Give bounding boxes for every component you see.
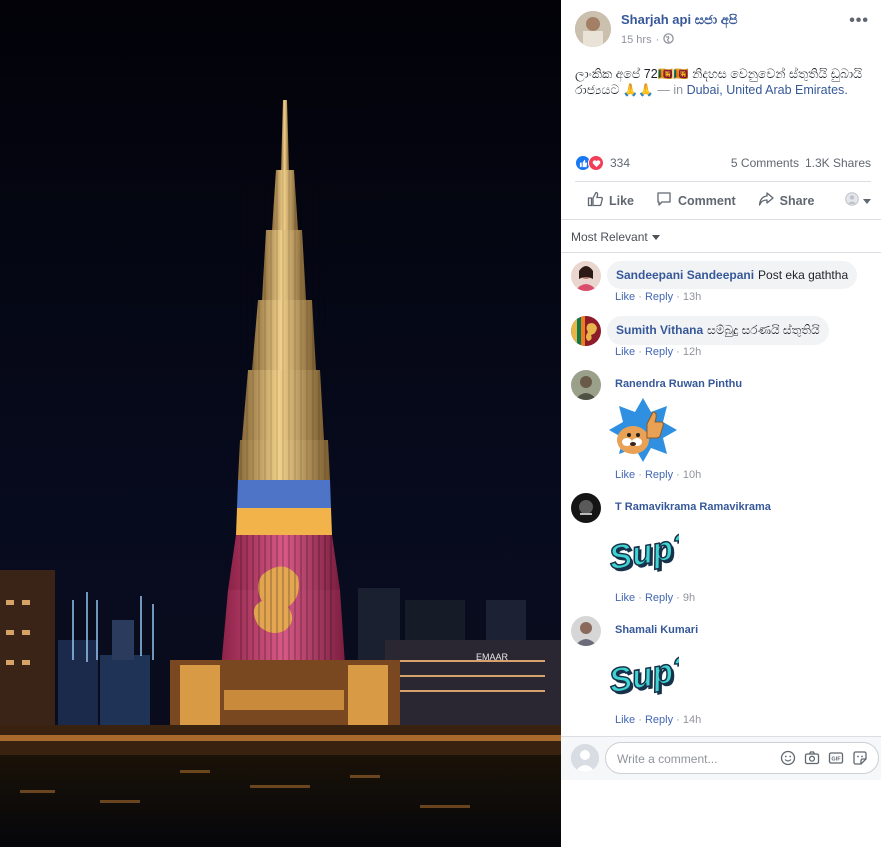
comments-count-link[interactable]: 5 Comments	[731, 156, 799, 170]
comment-time[interactable]: 12h	[683, 346, 701, 358]
commenter-avatar[interactable]	[571, 370, 601, 400]
location-end: .	[844, 83, 848, 97]
post-time[interactable]: 15 hrs	[621, 34, 652, 46]
burj-khalifa-night-photo: EMAAR	[0, 0, 561, 847]
commenter-avatar[interactable]	[571, 261, 601, 291]
page-name[interactable]: Sharjah api සජා අපි	[621, 12, 738, 28]
comment-like-link[interactable]: Like	[615, 469, 635, 481]
comment-author[interactable]: Sandeepani Sandeepani	[616, 268, 754, 282]
comment-reply-link[interactable]: Reply	[645, 469, 673, 481]
globe-icon[interactable]	[663, 33, 674, 47]
thumbs-up-icon	[587, 191, 603, 210]
comment-author[interactable]: Ranendra Ruwan Pinthu	[615, 378, 742, 390]
location-country-link[interactable]: United Arab Emirates	[726, 83, 844, 97]
comment-actions: Like · Reply · 9h	[615, 592, 696, 604]
share-button[interactable]: Share	[758, 191, 815, 210]
comment-text: Post eka gaththa	[758, 268, 849, 282]
comment-icon	[656, 191, 672, 210]
sup-sticker: Sup? Sup?	[605, 517, 699, 589]
svg-text:GIF: GIF	[831, 757, 841, 763]
comment-author[interactable]: T Ramavikrama Ramavikrama	[615, 501, 771, 513]
chevron-down-icon	[863, 194, 871, 208]
sort-label: Most Relevant	[571, 230, 648, 244]
post-meta: 15 hrs ·	[621, 33, 674, 47]
comment-time[interactable]: 9h	[683, 592, 695, 604]
comment-bubble: Sandeepani Sandeepani Post eka gaththa	[607, 261, 858, 289]
post-caption: ලාංකික අපේ 72🇱🇰🇱🇰 නිදහස වෙනුවෙන් ස්තුතිය…	[575, 66, 871, 98]
post-panel: Sharjah api සජා අපි 15 hrs · ••• ලාංකික …	[561, 0, 881, 847]
comment-author[interactable]: Sumith Vithana	[616, 323, 703, 337]
comment-bubble: Sumith Vithana සම්බුදු සරණයි ස්තුතියි	[607, 316, 829, 345]
comment-actions: Like · Reply · 13h	[615, 291, 702, 303]
post-actions: Like Comment Share	[575, 181, 871, 219]
sticker-icon[interactable]	[852, 750, 868, 766]
comment-like-link[interactable]: Like	[615, 592, 635, 604]
commenter-avatar[interactable]	[571, 493, 601, 523]
comment-button[interactable]: Comment	[656, 191, 736, 210]
comment-reply-link[interactable]: Reply	[645, 714, 673, 726]
post-header: Sharjah api සජා අපි 15 hrs · •••	[561, 0, 881, 60]
comment-placeholder: Write a comment...	[617, 752, 718, 766]
caption-dash: — in	[653, 83, 687, 97]
profile-silhouette-icon	[845, 192, 859, 209]
comment-sort-dropdown[interactable]: Most Relevant	[571, 230, 660, 244]
comment-reply-link[interactable]: Reply	[645, 346, 673, 358]
comment-actions: Like · Reply · 14h	[615, 714, 702, 726]
like-button[interactable]: Like	[587, 191, 634, 210]
share-arrow-icon	[758, 191, 774, 210]
comment-input[interactable]: Write a comment... GIF	[605, 742, 879, 774]
comment-author[interactable]: Shamali Kumari	[615, 624, 698, 636]
comment-text: සම්බුදු සරණයි ස්තුතියි	[707, 323, 820, 337]
comment-composer: Write a comment... GIF	[561, 736, 881, 780]
location-city-link[interactable]: Dubai	[687, 83, 720, 97]
composer-icons: GIF	[780, 750, 868, 766]
reactions[interactable]: 334	[575, 155, 630, 171]
emoji-icon[interactable]	[780, 750, 796, 766]
comment-like-link[interactable]: Like	[615, 346, 635, 358]
comment-time[interactable]: 10h	[683, 469, 701, 481]
separator-dot: ·	[655, 34, 660, 46]
comment-label: Comment	[678, 193, 736, 208]
svg-text:EMAAR: EMAAR	[476, 652, 509, 662]
comment-actions: Like · Reply · 12h	[615, 346, 702, 358]
current-user-avatar[interactable]	[571, 744, 599, 772]
post-photo[interactable]: EMAAR	[0, 0, 561, 847]
reaction-as-selector[interactable]	[845, 192, 871, 209]
comment-actions: Like · Reply · 10h	[615, 469, 702, 481]
post-stats: 334 5 Comments 1.3K Shares	[575, 153, 871, 173]
divider	[561, 219, 881, 220]
like-label: Like	[609, 193, 635, 208]
comment-reply-link[interactable]: Reply	[645, 592, 673, 604]
comment-time[interactable]: 13h	[683, 291, 701, 303]
page-avatar[interactable]	[575, 11, 611, 47]
comment-like-link[interactable]: Like	[615, 714, 635, 726]
gif-icon[interactable]: GIF	[828, 750, 844, 766]
divider	[561, 252, 881, 253]
commenter-avatar[interactable]	[571, 616, 601, 646]
comment-like-link[interactable]: Like	[615, 291, 635, 303]
camera-icon[interactable]	[804, 750, 820, 766]
reaction-count: 334	[610, 156, 631, 170]
shares-count-link[interactable]: 1.3K Shares	[805, 156, 871, 170]
caret-down-icon	[651, 234, 660, 240]
commenter-avatar[interactable]	[571, 316, 601, 346]
share-label: Share	[779, 193, 815, 208]
more-options-icon[interactable]: •••	[849, 12, 869, 30]
comment-time[interactable]: 14h	[683, 714, 701, 726]
comment-reply-link[interactable]: Reply	[645, 291, 673, 303]
love-reaction-icon	[588, 155, 604, 171]
thumbs-up-puppy-sticker	[607, 394, 679, 466]
sup-sticker: Sup? Sup?	[605, 640, 699, 712]
